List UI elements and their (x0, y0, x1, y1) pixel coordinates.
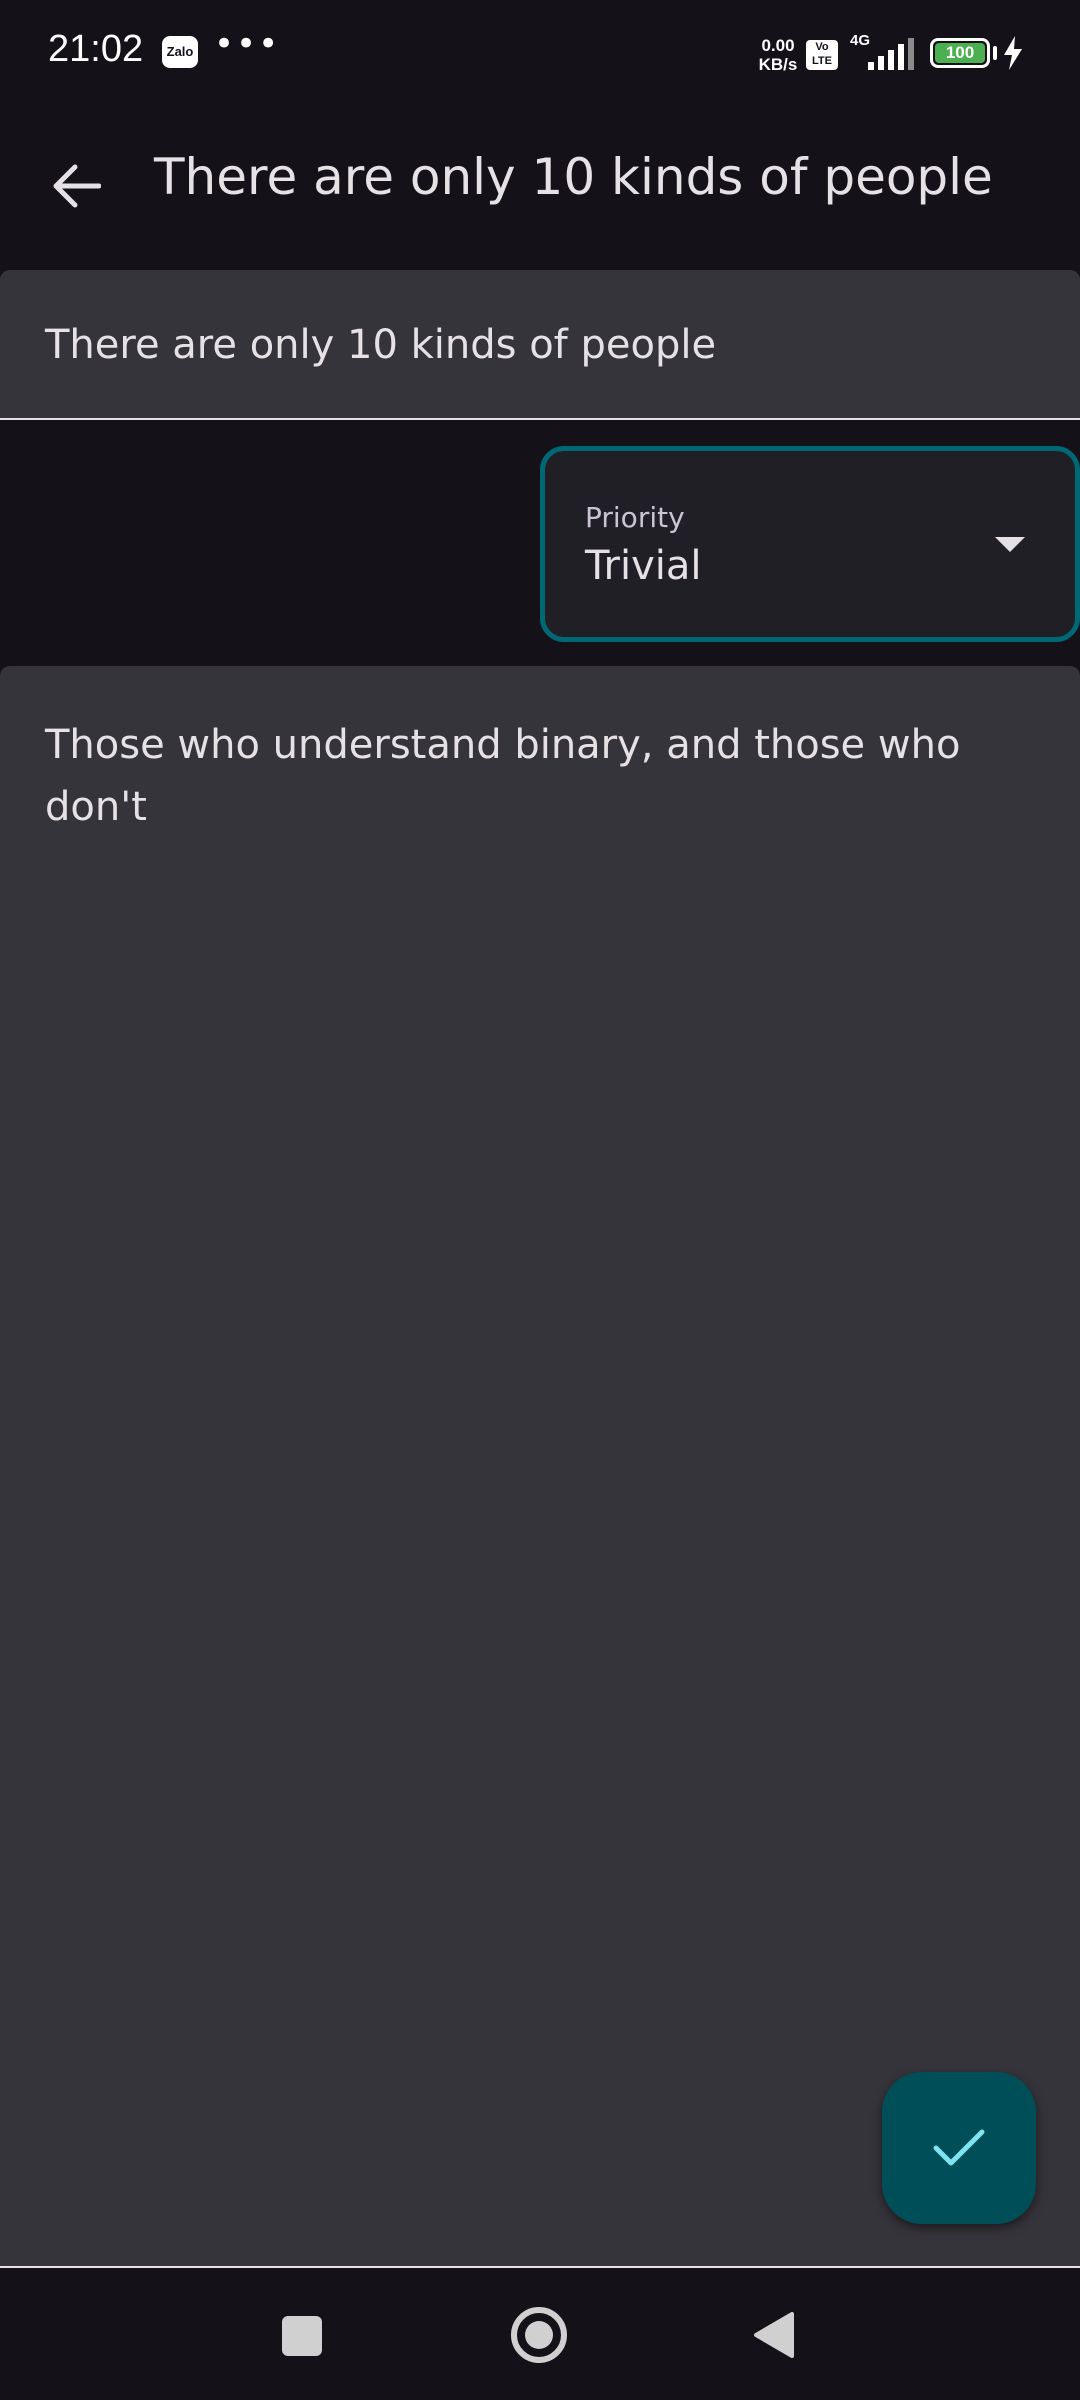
status-bar: 21:02 Zalo ••• 0.00 KB/s Vo LTE 4G 100 (0, 0, 1080, 108)
save-fab[interactable] (882, 2072, 1036, 2224)
signal-icon: 4G (850, 32, 920, 72)
recents-button[interactable] (282, 2316, 322, 2356)
battery-tip (993, 46, 997, 60)
title-input[interactable]: There are only 10 kinds of people (0, 270, 1080, 420)
volte-line2: LTE (812, 55, 832, 67)
nav-back-button[interactable] (752, 2310, 796, 2360)
volte-icon: Vo LTE (806, 40, 838, 70)
priority-label: Priority (585, 501, 685, 534)
volte-line1: Vo (815, 41, 829, 53)
battery-icon: 100 (930, 38, 990, 68)
zalo-notification-icon: Zalo (162, 36, 198, 68)
body-input[interactable]: Those who understand binary, and those w… (0, 666, 1080, 2268)
page-title: There are only 10 kinds of people (154, 148, 993, 206)
arrow-back-icon (53, 164, 101, 208)
system-navigation-bar (0, 2270, 1080, 2400)
body-input-value: Those who understand binary, and those w… (45, 722, 961, 830)
check-icon (933, 2129, 985, 2166)
network-speed-unit: KB/s (758, 55, 798, 74)
dropdown-arrow-icon (995, 537, 1025, 552)
network-speed: 0.00 KB/s (754, 36, 802, 74)
network-speed-value: 0.00 (761, 36, 795, 55)
priority-dropdown[interactable]: Priority Trivial (540, 446, 1080, 642)
top-app-bar: There are only 10 kinds of people (0, 108, 1080, 268)
back-button[interactable] (36, 146, 116, 226)
charging-icon (1004, 36, 1022, 70)
priority-value: Trivial (585, 543, 702, 589)
title-input-value: There are only 10 kinds of people (45, 322, 717, 368)
more-notifications-icon: ••• (214, 24, 281, 64)
battery-level: 100 (935, 43, 985, 63)
home-button[interactable] (510, 2306, 568, 2364)
status-time: 21:02 (48, 28, 144, 70)
